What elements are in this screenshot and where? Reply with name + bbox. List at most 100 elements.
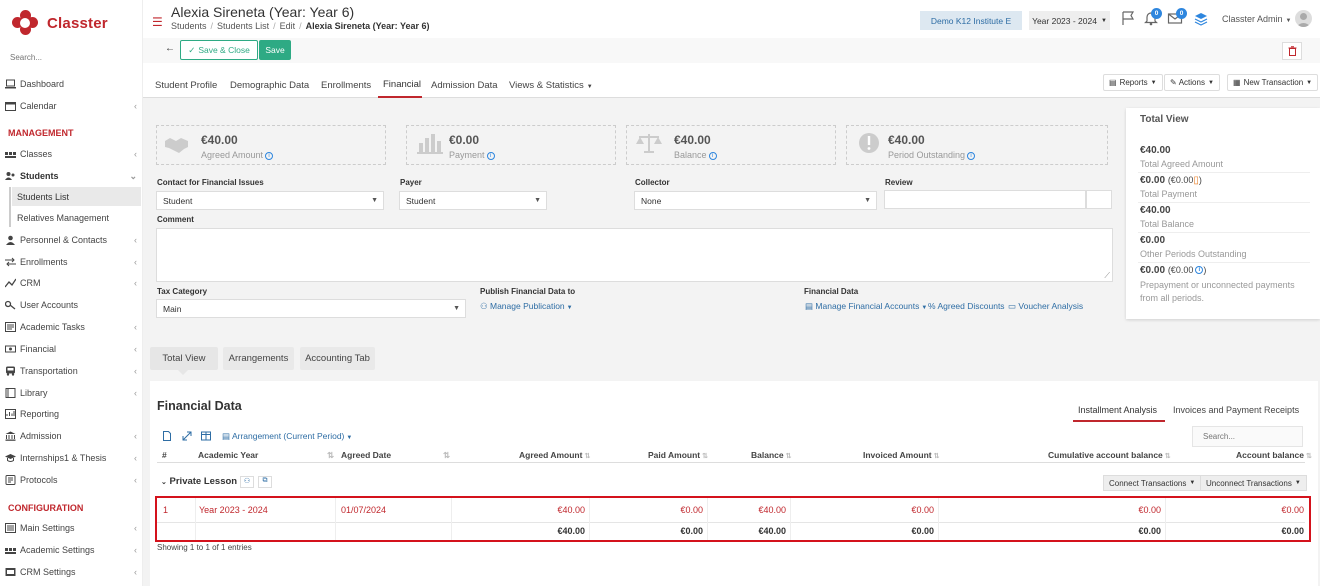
col-header-number[interactable]: #: [162, 450, 167, 460]
contact-select[interactable]: Student ▼: [156, 191, 384, 210]
group-copy-icon[interactable]: ⧉: [258, 476, 272, 488]
save-close-button[interactable]: ✓ Save & Close: [180, 40, 258, 60]
unconnect-transactions-button[interactable]: Unconnect Transactions ▼: [1200, 475, 1307, 491]
menu-toggle-icon[interactable]: ☰: [152, 15, 163, 29]
delete-button[interactable]: [1282, 42, 1302, 60]
action-bar: ← ✓ Save & Close Save: [143, 38, 1320, 63]
sidebar-item-students[interactable]: Students ⌄: [5, 166, 141, 186]
manage-financial-accounts-link[interactable]: ▤ Manage Financial Accounts ▼: [805, 301, 927, 312]
review-addon[interactable]: [1086, 190, 1112, 209]
layers-icon[interactable]: [1193, 10, 1209, 26]
file-icon[interactable]: [163, 431, 171, 441]
group-users-icon[interactable]: ⚇: [240, 476, 254, 488]
tab-student-profile[interactable]: Student Profile: [155, 80, 217, 91]
review-input[interactable]: [884, 190, 1086, 209]
breadcrumb-edit[interactable]: Edit: [280, 21, 296, 31]
tab-admission-data[interactable]: Admission Data: [431, 80, 498, 91]
avatar[interactable]: [1295, 10, 1312, 27]
tab-invoices-receipts[interactable]: Invoices and Payment Receipts: [1173, 405, 1299, 415]
year-selector[interactable]: Year 2023 - 2024 ▼: [1029, 11, 1110, 30]
classter-logo[interactable]: Classter: [12, 10, 108, 36]
sort-icon[interactable]: ⇅: [443, 450, 450, 461]
resize-handle-icon[interactable]: ⟋: [1104, 271, 1110, 281]
flag-icon[interactable]: [1120, 10, 1136, 26]
columns-icon[interactable]: [201, 431, 211, 441]
voucher-analysis-link[interactable]: ▭ Voucher Analysis: [1008, 301, 1083, 312]
money-icon: [5, 345, 16, 353]
sidebar-item-students-list[interactable]: Students List: [12, 187, 141, 206]
new-transaction-button[interactable]: ▦ New Transaction ▼: [1227, 74, 1319, 91]
reports-button[interactable]: ▤ Reports ▼: [1103, 74, 1163, 91]
group-private-lesson[interactable]: ⌄ Private Lesson: [161, 476, 237, 487]
back-arrow-icon[interactable]: ←: [165, 43, 175, 54]
tab-demographic-data[interactable]: Demographic Data: [230, 80, 309, 91]
sidebar-item-enrollments[interactable]: Enrollments ‹: [5, 252, 141, 272]
sidebar-search-input[interactable]: [10, 53, 130, 62]
subtab-arrangements[interactable]: Arrangements: [223, 347, 294, 370]
collector-select-value: None: [641, 195, 662, 206]
tax-category-select[interactable]: Main ▼: [156, 299, 466, 318]
sidebar-item-calendar[interactable]: Calendar ‹: [5, 96, 141, 116]
sidebar-item-main-settings[interactable]: Main Settings ‹: [5, 518, 141, 538]
info-icon[interactable]: i: [967, 151, 976, 160]
sidebar-item-internships[interactable]: Internships1 & Thesis ‹: [5, 448, 141, 468]
info-icon[interactable]: i: [486, 151, 495, 160]
sidebar-item-relatives-management[interactable]: Relatives Management: [12, 208, 141, 227]
info-icon[interactable]: i: [708, 151, 717, 160]
other-periods-value: €0.00: [1140, 235, 1166, 246]
subtab-accounting[interactable]: Accounting Tab: [300, 347, 375, 370]
sidebar-item-classes[interactable]: Classes ‹: [5, 144, 141, 164]
collector-select[interactable]: None ▼: [634, 191, 877, 210]
sidebar-item-user-accounts[interactable]: User Accounts: [5, 295, 141, 315]
user-menu[interactable]: Classter Admin ▼: [1222, 14, 1291, 24]
table-footer-info: Showing 1 to 1 of 1 entries: [157, 543, 252, 552]
sidebar-item-crm-settings[interactable]: CRM Settings ‹: [5, 562, 141, 582]
chevron-left-icon: ‹: [134, 257, 137, 267]
top-bar: ☰ Alexia Sireneta (Year: Year 6) Student…: [143, 0, 1320, 38]
sidebar-item-dashboard[interactable]: Dashboard: [5, 74, 141, 94]
sidebar-item-admission[interactable]: Admission ‹: [5, 426, 141, 446]
sidebar-item-financial[interactable]: Financial ‹: [5, 339, 141, 359]
col-header-paid-amount[interactable]: Paid Amount ⇅: [648, 450, 708, 460]
sidebar-item-personnel[interactable]: Personnel & Contacts ‹: [5, 230, 141, 250]
sidebar-item-academic-settings[interactable]: Academic Settings ‹: [5, 540, 141, 560]
sidebar-item-academic-tasks[interactable]: Academic Tasks ‹: [5, 317, 141, 337]
col-header-agreed-date[interactable]: Agreed Date: [341, 450, 391, 460]
col-header-agreed-amount[interactable]: Agreed Amount ⇅: [519, 450, 590, 460]
info-icon[interactable]: i: [265, 151, 274, 160]
payer-select[interactable]: Student ▼: [399, 191, 547, 210]
sort-icon[interactable]: ⇅: [327, 450, 334, 461]
subtab-total-view[interactable]: Total View: [150, 347, 218, 370]
tab-installment-analysis[interactable]: Installment Analysis: [1078, 405, 1157, 415]
sidebar-item-reporting[interactable]: Reporting: [5, 404, 141, 424]
manage-publication-link[interactable]: ⚇ Manage Publication ▼: [480, 301, 573, 312]
col-header-balance[interactable]: Balance ⇅: [751, 450, 791, 460]
report-icon: [5, 409, 16, 419]
comment-textarea[interactable]: ⟋: [156, 228, 1113, 282]
col-header-cumulative-balance[interactable]: Cumulative account balance ⇅: [1048, 450, 1171, 460]
tab-enrollments[interactable]: Enrollments: [321, 80, 371, 91]
save-button[interactable]: Save: [259, 40, 291, 60]
students-icon: [5, 172, 15, 180]
tab-views-statistics[interactable]: Views & Statistics ▼: [509, 80, 593, 91]
prepayment-value: €0.00 (€0.00 i): [1140, 265, 1207, 276]
sidebar-item-library[interactable]: Library ‹: [5, 383, 141, 403]
agreed-discounts-link[interactable]: % Agreed Discounts: [928, 301, 1005, 311]
table-search-input[interactable]: [1192, 426, 1303, 447]
arrangement-dropdown[interactable]: ▤ Arrangement (Current Period) ▼: [222, 431, 352, 442]
institute-selector[interactable]: Demo K12 Institute E: [920, 11, 1022, 30]
col-header-invoiced-amount[interactable]: Invoiced Amount ⇅: [863, 450, 940, 460]
col-header-academic-year[interactable]: Academic Year: [198, 450, 258, 460]
sidebar-item-crm[interactable]: CRM ‹: [5, 273, 141, 293]
balance-value: €40.00: [674, 133, 711, 147]
tab-financial[interactable]: Financial: [383, 79, 421, 90]
sidebar-item-transportation[interactable]: Transportation ‹: [5, 361, 141, 381]
breadcrumb-students-list[interactable]: Students List: [217, 21, 269, 31]
sidebar-item-protocols[interactable]: Protocols ‹: [5, 470, 141, 490]
expand-icon[interactable]: [182, 431, 192, 441]
col-header-account-balance[interactable]: Account balance ⇅: [1236, 450, 1312, 460]
connect-transactions-button[interactable]: Connect Transactions ▼: [1103, 475, 1202, 491]
chevron-left-icon: ‹: [134, 431, 137, 441]
actions-button[interactable]: ✎ Actions ▼: [1164, 74, 1220, 91]
breadcrumb-students[interactable]: Students: [171, 21, 207, 31]
